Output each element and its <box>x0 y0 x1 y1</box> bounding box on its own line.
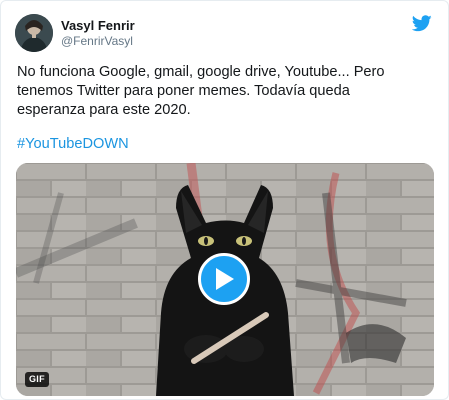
avatar[interactable] <box>15 14 53 52</box>
display-name[interactable]: Vasyl Fenrir <box>61 18 135 34</box>
hashtag-link[interactable]: #YouTubeDOWN <box>17 135 129 154</box>
gif-badge: GIF <box>25 372 49 387</box>
avatar-photo-icon <box>15 14 53 52</box>
play-button[interactable] <box>198 253 250 305</box>
tweet-card[interactable]: Vasyl Fenrir @FenrirVasyl No funciona Go… <box>0 0 449 400</box>
user-names: Vasyl Fenrir @FenrirVasyl <box>61 18 135 49</box>
play-icon <box>216 268 234 290</box>
tweet-header: Vasyl Fenrir @FenrirVasyl <box>15 13 135 53</box>
user-handle[interactable]: @FenrirVasyl <box>61 34 135 49</box>
tweet-text: No funciona Google, gmail, google drive,… <box>17 64 385 118</box>
twitter-bird-icon[interactable] <box>411 15 432 32</box>
gif-media[interactable]: GIF <box>16 163 434 396</box>
